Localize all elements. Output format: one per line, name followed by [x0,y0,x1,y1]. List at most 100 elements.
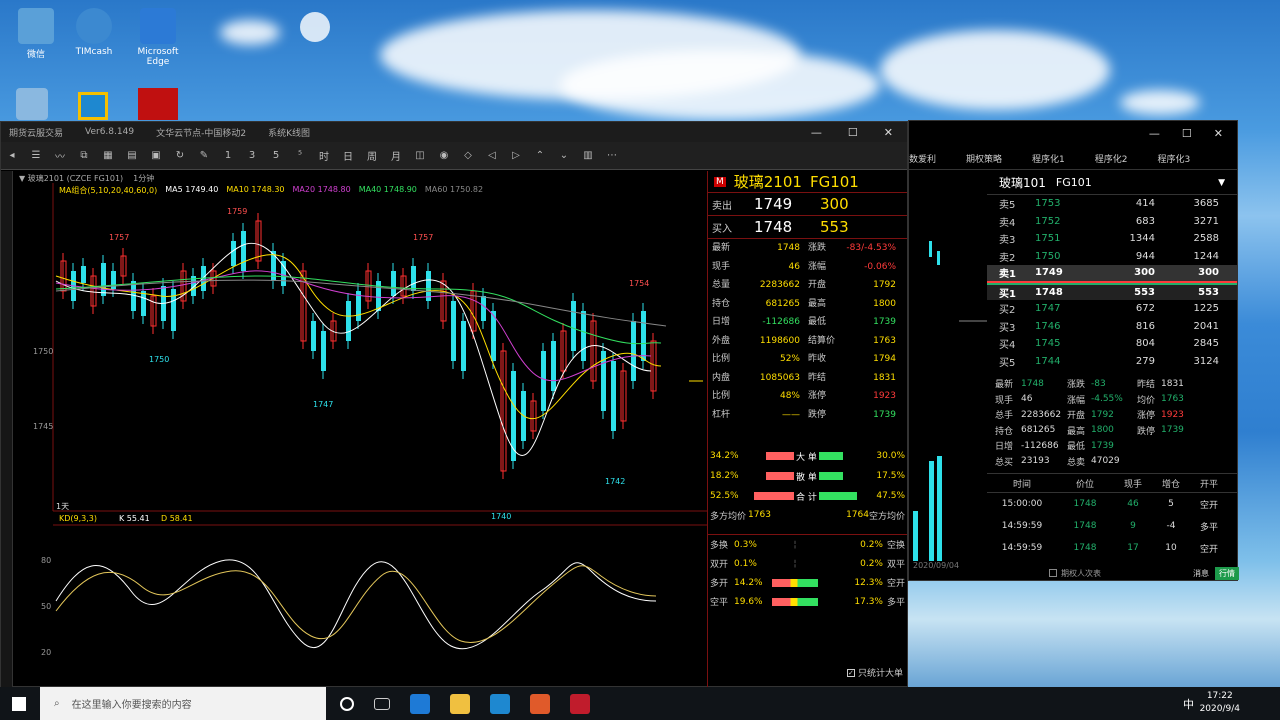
order-book-row[interactable]: 买2 1747 672 1225 [987,300,1237,318]
tab-0[interactable]: 数爱利 [909,152,936,165]
buy-row[interactable]: 买入 1748 553 [708,216,907,239]
windows-start-icon[interactable] [12,697,26,711]
save-icon[interactable]: ▣ [151,150,161,161]
chevron-down-icon[interactable]: ▼ [1218,178,1237,188]
diamond-icon[interactable]: ◇ [463,150,473,161]
kline-chart-area[interactable]: ▼ 玻璃2101 (CZCE FG101) 1分钟 MA组合(5,10,20,4… [1,171,707,687]
zoom-in-icon[interactable]: ⌃ [535,150,545,161]
list-icon[interactable]: ☰ [31,150,41,161]
pen-icon[interactable]: ✎ [199,150,209,161]
close-button[interactable]: ✕ [1214,127,1223,148]
contract-code: FG101 [1055,176,1092,189]
stat-value: 1763 [873,335,896,346]
table-icon[interactable]: ▤ [127,150,137,161]
order-book-level: 买1 [999,288,1016,300]
desktop-icon-edge[interactable]: Microsoft Edge [126,8,190,67]
flow-row: 18.2% 散 单 17.5% [710,466,905,486]
order-book-row[interactable]: 买1 1748 553 553 [987,282,1237,300]
period-1-icon[interactable]: 1 [223,150,233,161]
cortana-icon[interactable] [340,696,354,711]
main-titlebar: 期货云服交易 Ver6.8.149 文华云节点-中国移动2 系统K线图 — ☐ … [1,122,907,142]
right-icon[interactable]: ▷ [511,150,521,161]
position-left-value: 0.3% [734,539,757,550]
toolbar: ◂ ☰ 〰 ⧉ ▦ ▤ ▣ ↻ ✎ 1 3 5 ⁵ 时 日 周 月 ◫ ◉ ◇ … [1,142,907,170]
quote-button[interactable]: 行情 [1215,566,1239,580]
hour-icon[interactable]: 时 [319,148,329,163]
line-chart-icon[interactable]: 〰 [55,148,65,163]
period-5-icon[interactable]: 5 [271,150,281,161]
order-book-row[interactable]: 买4 1745 804 2845 [987,335,1237,353]
close-button[interactable]: ✕ [884,126,893,139]
tick-cell: 1748 [1073,543,1097,553]
sell-price: 1749 [754,195,793,213]
minimize-button[interactable]: — [811,126,822,139]
desktop-icon-app3[interactable] [138,88,178,120]
title-item-2: 文华云节点-中国移动2 [156,128,247,139]
sell-row[interactable]: 卖出 1749 300 [708,193,907,216]
footer-check[interactable] [1049,569,1057,577]
tick-cell: 5 [1168,499,1174,509]
period-15-icon[interactable]: ⁵ [295,150,305,161]
refresh-icon[interactable]: ↻ [175,150,185,161]
arrow-left-icon[interactable]: ◂ [7,150,17,161]
app-icon-3[interactable] [570,693,590,714]
candle-icon[interactable]: ⧉ [79,150,89,161]
tick-cell: 1748 [1073,499,1097,509]
tab-3[interactable]: 程序化2 [1095,152,1128,165]
maximize-button[interactable]: ☐ [1182,127,1192,148]
taskbar-clock[interactable]: 17:22 2020/9/4 [1200,690,1240,716]
period-3-icon[interactable]: 3 [247,150,257,161]
order-book-volume: 816 [1135,320,1155,332]
minimize-button[interactable]: — [1149,127,1160,148]
order-book-row[interactable]: 买3 1746 816 2041 [987,318,1237,336]
taskbar-search[interactable]: ⌕ 在这里输入你要搜索的内容 [40,687,326,720]
ma10-line [55,254,662,419]
ticks-header-cell: 价位 [1075,479,1094,490]
day-icon[interactable]: 日 [343,148,353,163]
order-book-row[interactable]: 卖4 1752 683 3271 [987,213,1237,231]
month-icon[interactable]: 月 [391,148,401,163]
candle [641,311,646,361]
order-book-row[interactable]: 卖2 1750 944 1244 [987,248,1237,266]
order-book-row[interactable]: 买5 1744 279 3124 [987,353,1237,371]
message-button[interactable]: 消息 [1193,568,1209,579]
stat-value: 1739 [873,409,896,420]
zoom-out-icon[interactable]: ⌄ [559,150,569,161]
order-book-row[interactable]: 卖1 1749 300 300 [987,265,1237,283]
week-icon[interactable]: 周 [367,148,377,163]
checkbox-icon[interactable]: ✓ [846,668,855,677]
tick-cell: 空开 [1199,544,1218,555]
edge-taskbar-icon[interactable] [410,693,430,714]
desktop-icon-app2[interactable] [78,92,108,120]
left-icon[interactable]: ◁ [487,150,497,161]
eye-icon[interactable]: ◉ [439,150,449,161]
task-view-icon[interactable] [374,697,390,710]
desktop-icon-app1[interactable] [16,88,48,120]
more-icon[interactable]: ⋯ [607,150,617,161]
layout-icon[interactable]: ▥ [583,150,593,161]
grid-icon[interactable]: ▦ [103,150,113,161]
desktop-icon-wechat[interactable]: 微信 [4,8,68,60]
desktop-icon-timcash[interactable]: TIMcash [62,8,126,57]
kd-axis-80: 80 [41,556,51,565]
maximize-button[interactable]: ☐ [848,126,858,139]
summary-label: 涨停 [1137,411,1156,422]
mini-chart-date: 2020/09/04 [913,561,959,570]
order-book-row[interactable]: 卖5 1753 414 3685 [987,195,1237,213]
order-book-price: 1753 [1035,198,1061,210]
big-order-checkbox[interactable]: ✓ 只统计大单 [846,666,903,679]
order-book-level: 买2 [999,305,1016,317]
order-book-row[interactable]: 卖3 1751 1344 2588 [987,230,1237,248]
tab-2[interactable]: 程序化1 [1032,152,1065,165]
kd-d: D 58.41 [161,514,193,523]
tab-4[interactable]: 程序化3 [1158,152,1191,165]
folder-icon[interactable] [450,693,470,714]
tab-1[interactable]: 期权策略 [966,152,1002,165]
app-icon-1[interactable] [490,693,510,714]
order-book-level: 卖2 [999,252,1016,264]
ime-indicator[interactable]: 中 [1183,696,1194,712]
summary-label: 最高 [1067,426,1086,437]
order-book-level: 买5 [999,357,1016,369]
square-icon[interactable]: ◫ [415,150,425,161]
app-icon-2[interactable] [530,693,550,714]
